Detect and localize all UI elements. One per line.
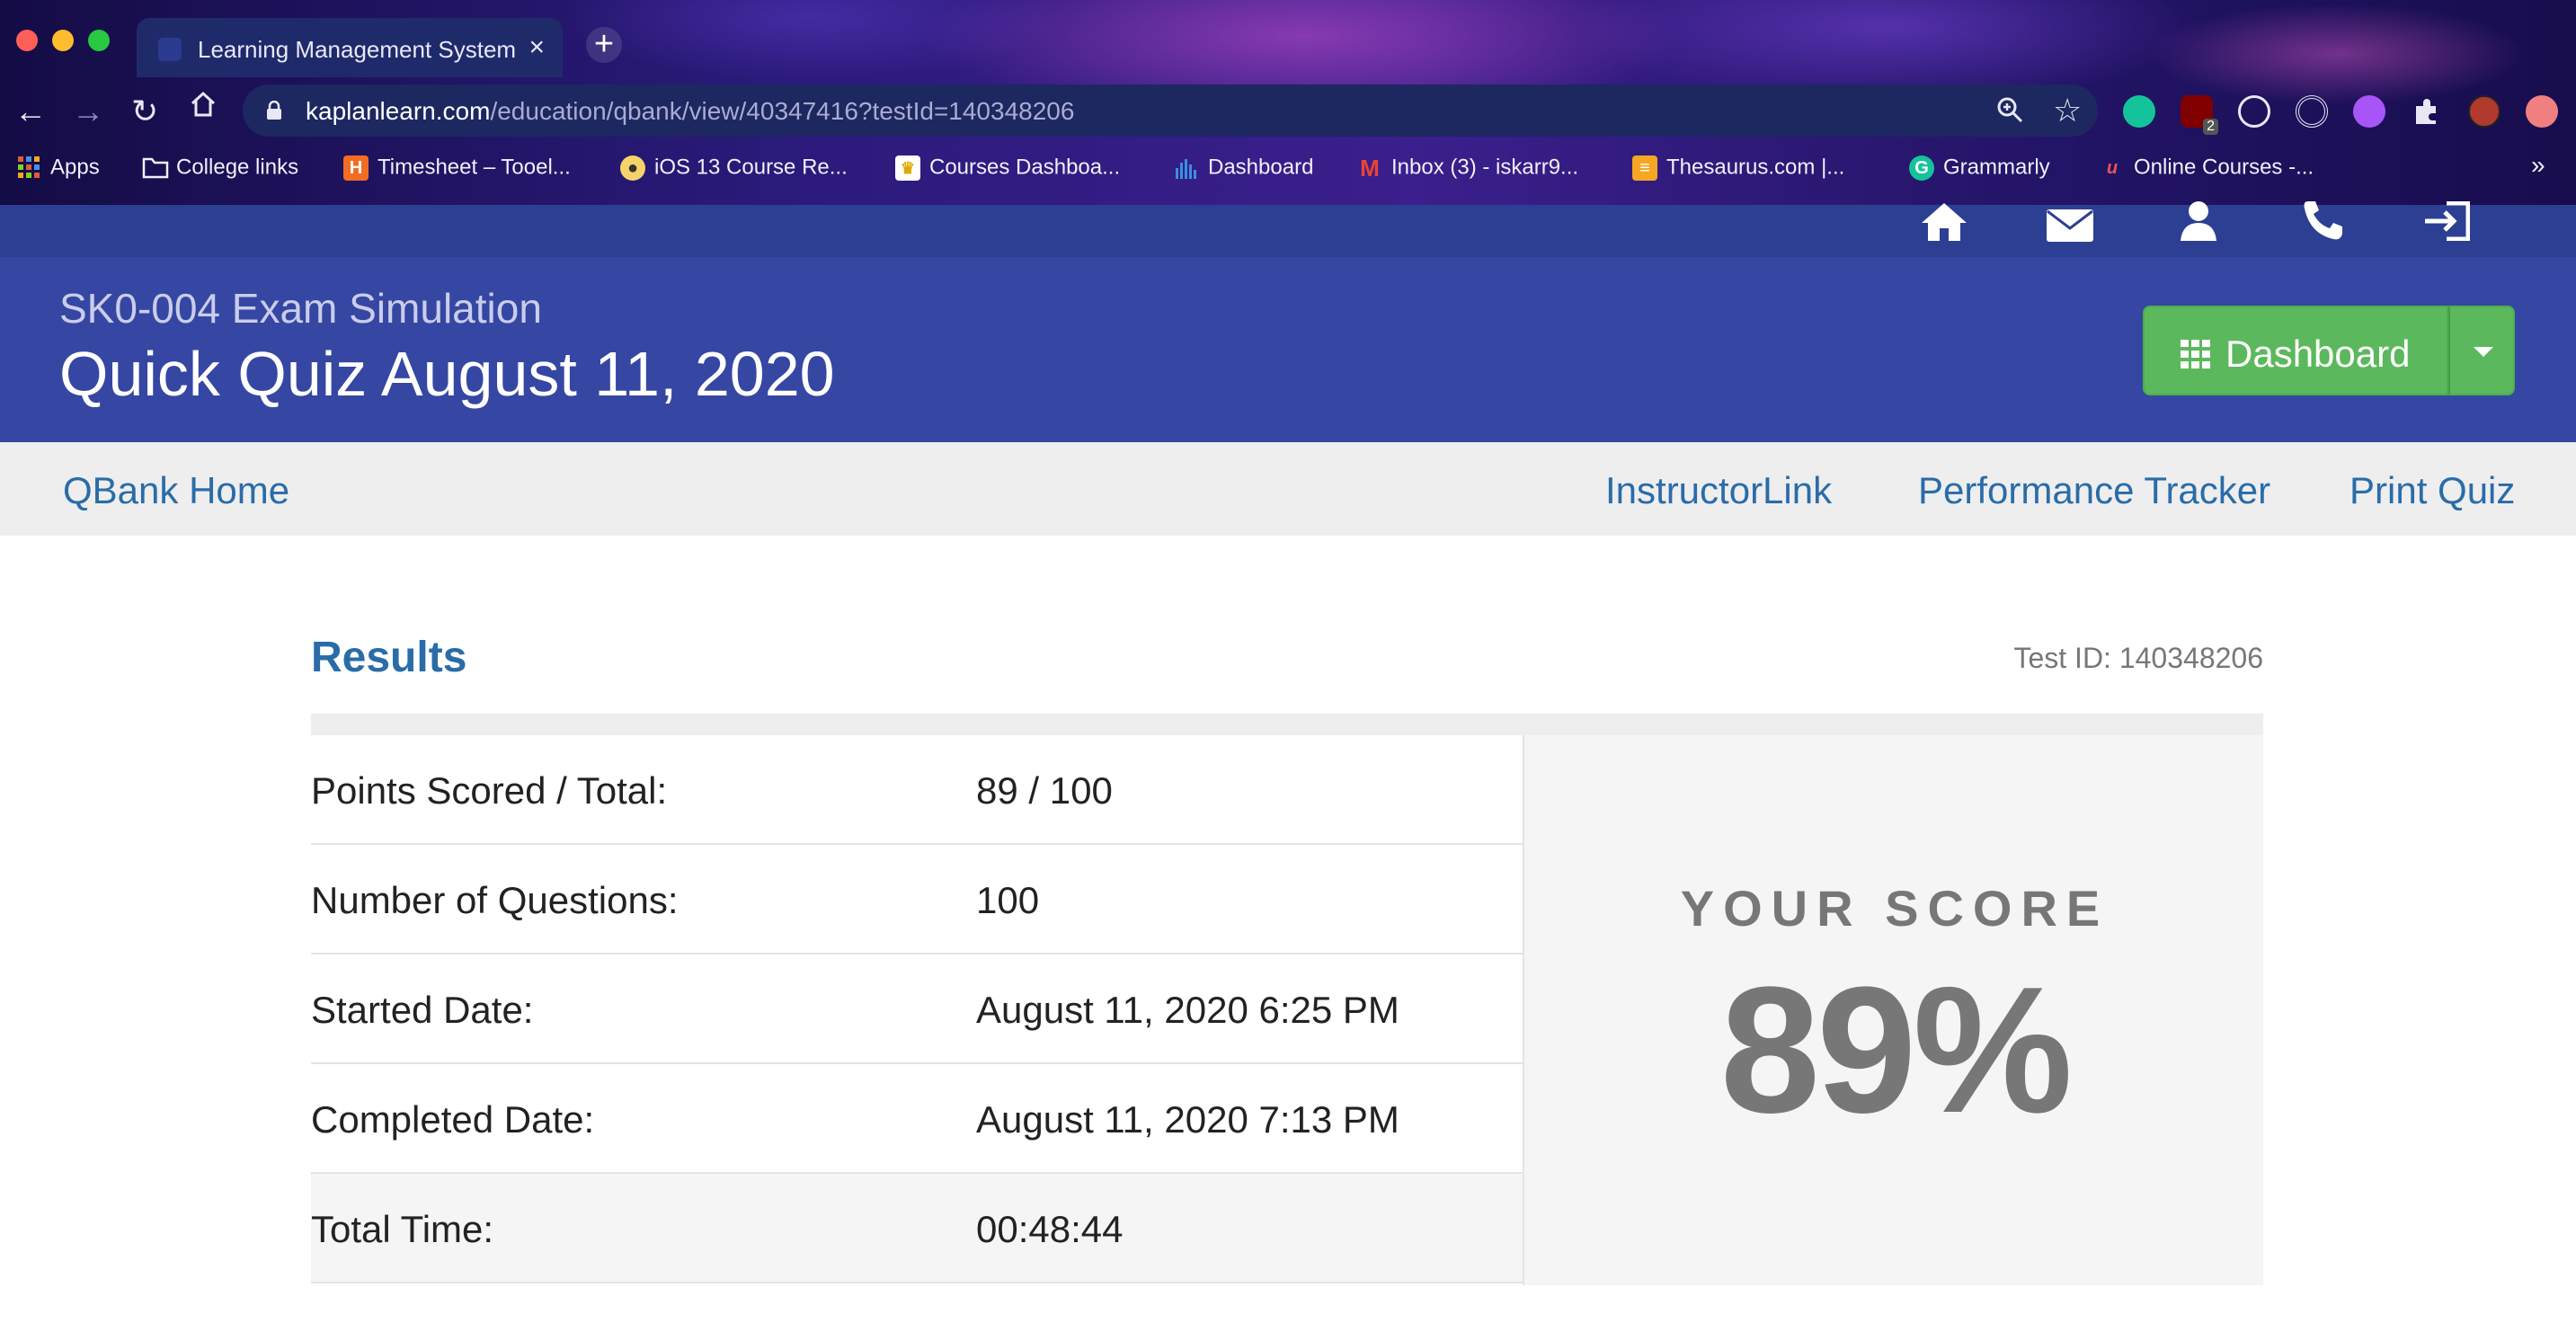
home-nav-icon[interactable]: [1920, 200, 1968, 252]
qbank-home-link[interactable]: QBank Home: [63, 469, 289, 512]
bookmark-thesaurus[interactable]: ≡ Thesaurus.com |...: [1632, 155, 1844, 181]
grid-icon: [2181, 340, 2210, 369]
caret-down-icon: [2474, 347, 2493, 357]
table-row: Number of Questions: 100: [311, 845, 1523, 955]
extension-badge: 2: [2203, 119, 2218, 135]
completed-date-value: August 11, 2020 7:13 PM: [976, 1098, 1399, 1141]
bar-chart-icon: [1174, 155, 1199, 181]
bookmark-ios-course[interactable]: ● iOS 13 Course Re...: [620, 155, 848, 181]
mail-icon[interactable]: [2046, 201, 2094, 253]
zoom-icon[interactable]: [1995, 95, 2024, 131]
bookmark-star-icon[interactable]: ☆: [2053, 92, 2082, 129]
bookmark-grammarly[interactable]: G Grammarly: [1909, 155, 2050, 181]
dashboard-button[interactable]: Dashboard: [2143, 306, 2448, 395]
dashboard-button-label: Dashboard: [2225, 333, 2411, 375]
points-value: 89 / 100: [976, 769, 1113, 812]
table-row: Completed Date: August 11, 2020 7:13 PM: [311, 1064, 1523, 1174]
started-date-value: August 11, 2020 6:25 PM: [976, 989, 1399, 1031]
bookmarks-overflow-icon[interactable]: »: [2531, 151, 2545, 180]
questions-label: Number of Questions:: [311, 879, 679, 921]
udemy-icon: u: [2106, 157, 2119, 178]
update-icon[interactable]: [2526, 95, 2558, 128]
ios-course-icon: ●: [620, 155, 645, 181]
reload-icon[interactable]: ↻: [131, 93, 158, 129]
test-id: Test ID: 140348206: [2013, 642, 2263, 674]
completed-date-label: Completed Date:: [311, 1098, 595, 1141]
grammarly-icon: G: [1909, 155, 1934, 181]
home-icon[interactable]: [189, 90, 218, 126]
user-icon[interactable]: [2179, 200, 2218, 252]
extensions-puzzle-icon[interactable]: [2411, 95, 2443, 128]
sub-navigation: QBank Home InstructorLink Performance Tr…: [0, 442, 2576, 536]
page-header: SK0-004 Exam Simulation Quick Quiz Augus…: [0, 257, 2576, 442]
bookmark-apps[interactable]: Apps: [16, 155, 100, 181]
forward-icon[interactable]: →: [72, 93, 104, 129]
questions-value: 100: [976, 879, 1040, 921]
browser-window: Learning Management System × + ← → ↻ kap…: [0, 0, 2576, 1332]
bookmark-gmail[interactable]: M Inbox (3) - iskarr9...: [1357, 155, 1578, 181]
total-time-value: 00:48:44: [976, 1208, 1124, 1250]
table-row: Total Time: 00:48:44: [311, 1174, 1523, 1283]
purple-extension-icon[interactable]: [2353, 95, 2385, 128]
harvest-icon: H: [343, 155, 369, 181]
ublock-extension-icon[interactable]: 2: [2181, 95, 2218, 135]
bookmark-online-courses[interactable]: u Online Courses -...: [2100, 155, 2314, 181]
gmail-icon: M: [1360, 154, 1380, 182]
folder-icon: [142, 155, 169, 181]
react-devtools-extension-icon[interactable]: [2238, 95, 2270, 128]
tab-favicon-icon: [158, 38, 182, 61]
new-tab-button[interactable]: +: [586, 27, 622, 63]
zoom-window-button[interactable]: [88, 30, 110, 51]
browser-tab[interactable]: Learning Management System ×: [137, 18, 563, 77]
profile-avatar[interactable]: [2468, 95, 2500, 128]
total-time-label: Total Time:: [311, 1208, 494, 1250]
target-extension-icon[interactable]: [2296, 95, 2328, 128]
results-heading: Results: [311, 634, 467, 681]
tab-title: Learning Management System: [198, 36, 517, 63]
dashboard-dropdown-toggle[interactable]: [2448, 306, 2515, 395]
logout-icon[interactable]: [2423, 200, 2471, 252]
results-divider: [311, 714, 2263, 735]
back-icon[interactable]: ←: [14, 93, 47, 129]
score-value: 89%: [1719, 950, 2073, 1150]
lock-icon: [267, 101, 281, 120]
bookmark-college-links[interactable]: College links: [142, 155, 298, 181]
score-caption: YOUR SCORE: [1680, 880, 2110, 937]
url-text: kaplanlearn.com/education/qbank/view/403…: [306, 97, 1075, 125]
apps-grid-icon: [16, 155, 41, 181]
tab-close-icon[interactable]: ×: [529, 32, 545, 63]
table-row: Points Scored / Total: 89 / 100: [311, 735, 1523, 845]
performance-tracker-link[interactable]: Performance Tracker: [1918, 469, 2270, 512]
table-row: Started Date: August 11, 2020 6:25 PM: [311, 955, 1523, 1064]
exam-subtitle: SK0-004 Exam Simulation: [59, 285, 542, 332]
bookmarks-bar: Apps College links H Timesheet – Tooel...…: [0, 147, 2576, 192]
bookmark-dashboard[interactable]: Dashboard: [1174, 155, 1313, 181]
instructor-link[interactable]: InstructorLink: [1605, 469, 1832, 512]
phone-icon[interactable]: [2301, 200, 2344, 252]
minimize-window-button[interactable]: [52, 30, 74, 51]
score-panel: YOUR SCORE 89%: [1523, 735, 2263, 1285]
bookmark-timesheet[interactable]: H Timesheet – Tooel...: [343, 155, 571, 181]
points-label: Points Scored / Total:: [311, 769, 668, 812]
close-window-button[interactable]: [16, 30, 38, 51]
thesaurus-icon: ≡: [1632, 155, 1657, 181]
started-date-label: Started Date:: [311, 989, 534, 1031]
address-bar[interactable]: kaplanlearn.com/education/qbank/view/403…: [243, 84, 2098, 137]
bookmark-courses-dashboard[interactable]: ♛ Courses Dashboa...: [895, 155, 1120, 181]
page-title: Quick Quiz August 11, 2020: [59, 339, 835, 409]
browser-chrome: Learning Management System × + ← → ↻ kap…: [0, 0, 2576, 205]
crown-icon: ♛: [895, 155, 920, 181]
print-quiz-link[interactable]: Print Quiz: [2349, 469, 2515, 512]
grammarly-extension-icon[interactable]: [2123, 95, 2155, 128]
